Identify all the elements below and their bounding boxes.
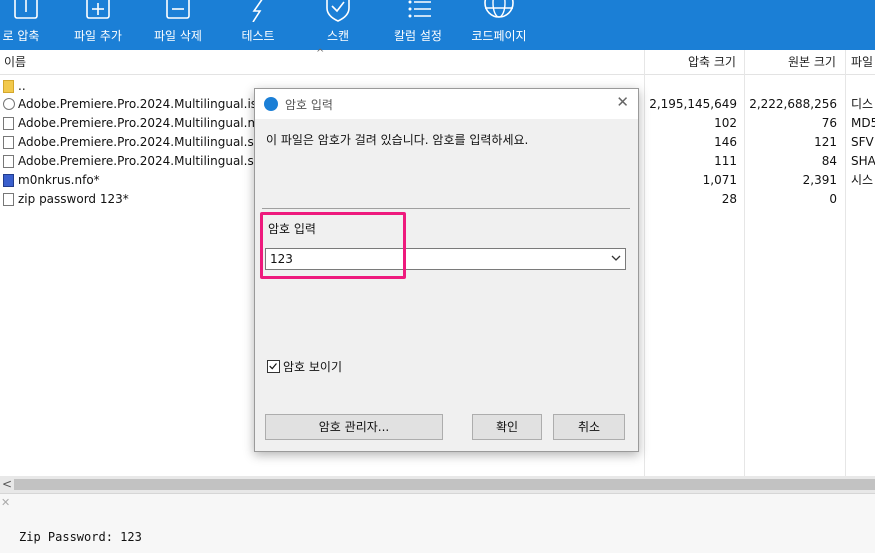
original-size: 121 bbox=[814, 135, 837, 149]
disc-image-icon bbox=[3, 98, 15, 110]
file-icon bbox=[3, 136, 14, 149]
original-size: 2,222,688,256 bbox=[749, 97, 837, 111]
column-header-packed-size[interactable]: 압축 크기 bbox=[688, 50, 736, 74]
file-icon bbox=[3, 117, 14, 130]
checkmark-icon bbox=[269, 363, 277, 370]
toolbar-label: 파일 삭제 bbox=[154, 29, 202, 43]
dialog-message: 이 파일은 암호가 걸려 있습니다. 암호를 입력하세요. bbox=[266, 133, 529, 147]
packed-size: 111 bbox=[714, 154, 737, 168]
chevron-down-icon[interactable] bbox=[611, 254, 621, 262]
close-icon[interactable]: ✕ bbox=[616, 93, 629, 111]
column-header-name[interactable]: 이름 bbox=[4, 50, 26, 74]
toolbar-label: 칼럼 설정 bbox=[394, 29, 442, 43]
file-type: 디스 bbox=[851, 97, 874, 111]
file-type: MD5 bbox=[851, 116, 875, 130]
horizontal-scrollbar[interactable]: < bbox=[0, 476, 875, 493]
sort-ascending-icon: ^ bbox=[316, 48, 325, 59]
original-size: 76 bbox=[821, 116, 837, 130]
file-type: SHA bbox=[851, 154, 875, 168]
packed-size: 102 bbox=[714, 116, 737, 130]
file-icon bbox=[3, 193, 14, 206]
folder-up-icon bbox=[3, 80, 14, 93]
highlight-box bbox=[260, 212, 406, 279]
archive-comment: Zip Password: 123 bbox=[19, 530, 142, 544]
packed-size: 2,195,145,649 bbox=[649, 97, 737, 111]
toolbar-delete-file-button[interactable]: 파일 삭제 bbox=[146, 0, 210, 50]
cancel-button[interactable]: 취소 bbox=[553, 414, 625, 440]
scroll-left-icon[interactable]: < bbox=[2, 476, 12, 493]
toolbar-label: 스캔 bbox=[326, 29, 350, 43]
file-name: zip password 123* bbox=[18, 192, 129, 206]
toolbar-add-file-button[interactable]: 파일 추가 bbox=[66, 0, 130, 50]
file-name: Adobe.Premiere.Pro.2024.Multilingual.sfv… bbox=[18, 135, 272, 149]
toolbar: 로 압축 파일 추가 파일 삭제 테스트 스캔 칼럼 설정 코드페이지 bbox=[0, 0, 875, 50]
nfo-file-icon bbox=[3, 174, 14, 187]
file-type: 시스 bbox=[851, 173, 874, 187]
toolbar-codepage-button[interactable]: 코드페이지 bbox=[464, 0, 534, 50]
toolbar-label: 파일 추가 bbox=[74, 29, 122, 43]
packed-size: 146 bbox=[714, 135, 737, 149]
toolbar-label: 테스트 bbox=[241, 29, 275, 43]
password-manager-button[interactable]: 암호 관리자... bbox=[265, 414, 443, 440]
file-type: SFV bbox=[851, 135, 874, 149]
toolbar-scan-button[interactable]: 스캔 bbox=[308, 0, 368, 50]
original-size: 84 bbox=[821, 154, 837, 168]
toolbar-column-settings-button[interactable]: 칼럼 설정 bbox=[386, 0, 450, 50]
delete-file-icon bbox=[166, 0, 190, 19]
column-header-type[interactable]: 파일 bbox=[851, 50, 873, 74]
app-logo-icon bbox=[264, 97, 278, 111]
close-icon[interactable]: ✕ bbox=[1, 496, 10, 509]
scrollbar-thumb[interactable] bbox=[14, 479, 875, 490]
show-password-label[interactable]: 암호 보이기 bbox=[283, 358, 342, 375]
column-settings-icon bbox=[408, 0, 431, 18]
file-name: Adobe.Premiere.Pro.2024.Multilingual.sha… bbox=[18, 154, 275, 168]
column-header-original-size[interactable]: 원본 크기 bbox=[788, 50, 836, 74]
scan-shield-icon bbox=[326, 0, 350, 22]
add-file-icon bbox=[86, 0, 110, 19]
dialog-title-bar: 암호 입력 ✕ bbox=[255, 89, 638, 119]
show-password-checkbox[interactable] bbox=[267, 360, 280, 373]
dialog-divider bbox=[262, 208, 630, 209]
archive-icon bbox=[14, 0, 38, 19]
original-size: 0 bbox=[829, 192, 837, 206]
file-name: Adobe.Premiere.Pro.2024.Multilingual.iso… bbox=[18, 97, 271, 111]
packed-size: 1,071 bbox=[702, 173, 737, 187]
toolbar-label: 로 압축 bbox=[2, 29, 40, 43]
original-size: 2,391 bbox=[802, 173, 837, 187]
file-name: m0nkrus.nfo* bbox=[18, 173, 100, 187]
test-icon bbox=[252, 0, 263, 22]
toolbar-compress-button[interactable]: 로 압축 bbox=[0, 0, 52, 50]
ok-button[interactable]: 확인 bbox=[472, 414, 542, 440]
comment-pane: ✕ Zip Password: 123 bbox=[0, 493, 875, 553]
toolbar-test-button[interactable]: 테스트 bbox=[228, 0, 288, 50]
file-name: Adobe.Premiere.Pro.2024.Multilingual.md5… bbox=[18, 116, 281, 130]
dialog-title: 암호 입력 bbox=[285, 98, 333, 112]
file-icon bbox=[3, 155, 14, 168]
password-dialog: 암호 입력 ✕ 이 파일은 암호가 걸려 있습니다. 암호를 입력하세요. 암호… bbox=[254, 88, 639, 452]
codepage-globe-icon bbox=[484, 0, 514, 18]
file-name: .. bbox=[18, 79, 26, 93]
packed-size: 28 bbox=[721, 192, 737, 206]
toolbar-label: 코드페이지 bbox=[471, 29, 527, 43]
